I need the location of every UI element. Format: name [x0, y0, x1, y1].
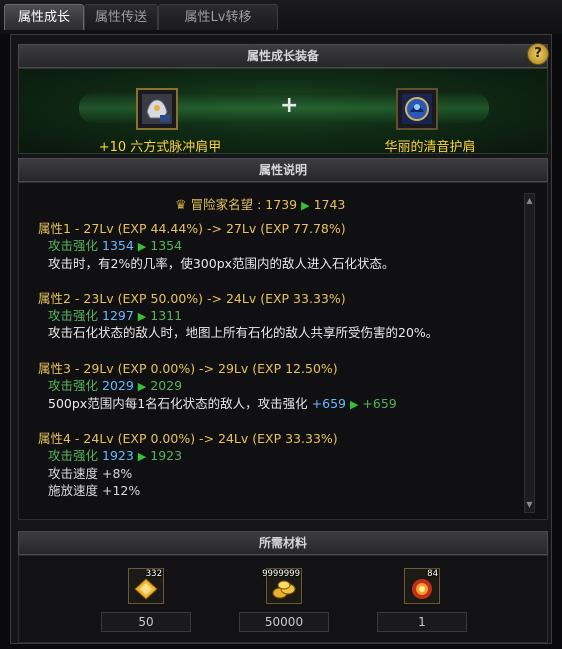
attribute-3-stat: 攻击强化 2029 ▶ 2029 [48, 375, 182, 394]
scroll-down-icon[interactable]: ▼ [525, 499, 534, 511]
fire-burst-icon [412, 579, 432, 599]
fame-line: ♛ 冒险家名望 : 1739 ▶ 1743 [175, 194, 345, 213]
arrow-icon: ▶ [137, 240, 147, 253]
tab-attribute-lv-move[interactable]: 属性Lv转移 [158, 4, 278, 30]
attribute-3-description: 500px范围内每1名石化状态的敌人，攻击强化 +659 ▶ +659 [48, 393, 397, 412]
gold-coin-icon [272, 580, 296, 599]
attribute-2-description: 攻击石化状态的敌人时，地图上所有石化的敌人共享所受伤害的20%。 [48, 325, 439, 340]
attribute-1-description: 攻击时，有2%的几率，使300px范围内的敌人进入石化状态。 [48, 256, 395, 271]
shoulder-guard-icon [402, 94, 432, 124]
attribute-4-extra-2: 施放速度 +12% [48, 483, 141, 498]
stat-from: 1923 [102, 448, 134, 463]
material-slot-2[interactable]: 9999999 [262, 568, 302, 604]
material-2-quantity: 50000 [239, 612, 329, 632]
source-item-name: +10 六方式脉冲肩甲 [98, 140, 222, 155]
material-slot-1[interactable]: 332 [128, 568, 164, 604]
help-button[interactable]: ? [527, 43, 549, 65]
tab-attribute-transfer[interactable]: 属性传送 [84, 4, 158, 30]
stat-from: 1354 [102, 238, 134, 253]
bonus-to: +659 [362, 396, 397, 411]
arrow-icon: ▶ [137, 450, 147, 463]
stat-from: 1297 [102, 308, 134, 323]
fame-arrow-icon: ▶ [301, 199, 310, 212]
stat-name: 攻击强化 [48, 308, 99, 323]
plus-icon: + [280, 93, 299, 118]
arrow-icon: ▶ [137, 380, 147, 393]
tab-attribute-growth[interactable]: 属性成长 [4, 4, 84, 30]
scroll-up-icon[interactable]: ▲ [525, 195, 534, 207]
stat-to: 1311 [150, 308, 183, 323]
fame-crown-icon: ♛ [175, 198, 187, 213]
desc-section-title: 属性说明 [18, 158, 548, 182]
stat-to: 1354 [150, 238, 183, 253]
stat-from: 2029 [102, 378, 134, 393]
tab-bar: 属性成长 属性传送 属性Lv转移 [0, 0, 562, 34]
fame-value: 1743 [313, 197, 346, 212]
shoulder-armor-icon [142, 94, 172, 124]
materials-section-title: 所需材料 [18, 531, 548, 555]
attribute-4-stat: 攻击强化 1923 ▶ 1923 [48, 445, 182, 464]
material-1-quantity: 50 [101, 612, 191, 632]
attribute-1-stat: 攻击强化 1354 ▶ 1354 [48, 235, 182, 254]
gold-crystal-icon [134, 578, 158, 600]
stack-count: 84 [427, 569, 438, 579]
target-equip-slot[interactable] [396, 88, 438, 130]
arrow-icon: ▶ [349, 398, 359, 411]
stat-to: 2029 [150, 378, 183, 393]
stat-name: 攻击强化 [48, 378, 99, 393]
stack-count: 332 [145, 569, 162, 579]
stat-name: 攻击强化 [48, 448, 99, 463]
stat-name: 攻击强化 [48, 238, 99, 253]
material-3-quantity: 1 [377, 612, 467, 632]
material-slot-3[interactable]: 84 [404, 568, 440, 604]
description-text: 500px范围内每1名石化状态的敌人，攻击强化 [48, 396, 308, 411]
source-equip-slot[interactable] [136, 88, 178, 130]
description-scrollbar[interactable]: ▲ ▼ [524, 193, 535, 513]
bonus-from: +659 [311, 396, 346, 411]
fame-label: 冒险家名望 : 1739 [190, 197, 298, 212]
stat-to: 1923 [150, 448, 183, 463]
target-item-name: 华丽的清音护肩 [384, 140, 476, 155]
equip-section-title: 属性成长装备 [18, 44, 548, 68]
stack-count: 9999999 [262, 569, 300, 579]
